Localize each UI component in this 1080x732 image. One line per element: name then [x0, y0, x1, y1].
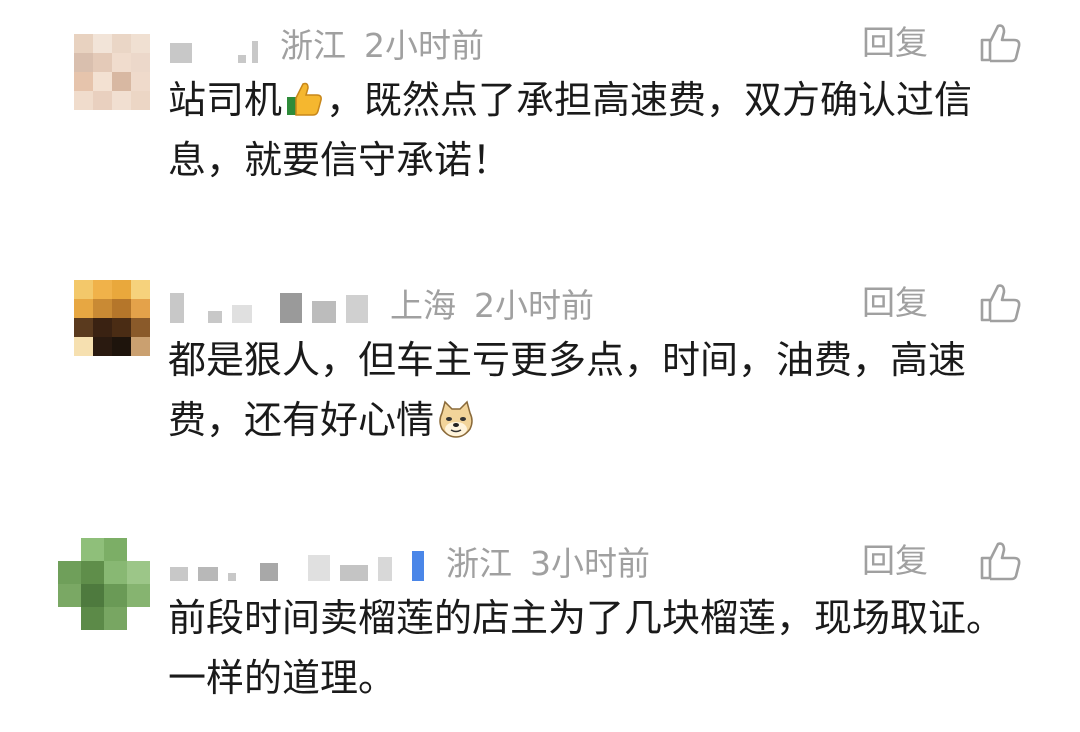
- avatar[interactable]: [58, 538, 150, 630]
- username-blurred[interactable]: [170, 283, 378, 323]
- avatar-pixel: [131, 318, 150, 337]
- comment-item: 浙江 2小时前 回复 站司机 ，既然点了承担高速费，双方确认过信息，就要信守承诺！: [0, 20, 1080, 240]
- comment-meta: 浙江 2小时前: [170, 20, 484, 66]
- avatar-pixel: [127, 561, 150, 584]
- comment-text: 前段时间卖榴莲的店主为了几块榴莲，现场取证。一样的道理。: [168, 588, 1038, 708]
- thumbs-up-icon[interactable]: [978, 22, 1022, 64]
- comment-item: 上海 2小时前 回复 都是狠人，但车主亏更多点，时间，油费，高速费，还有好心情: [0, 280, 1080, 500]
- avatar-pixel: [74, 299, 93, 318]
- avatar-pixel: [74, 280, 93, 299]
- location-label: 浙江: [446, 544, 512, 583]
- avatar-pixel: [112, 72, 131, 91]
- avatar-pixel: [74, 91, 93, 110]
- avatar-pixel: [74, 337, 93, 356]
- reply-button[interactable]: 回复: [862, 538, 928, 584]
- avatar-pixel: [131, 299, 150, 318]
- thumbs-up-icon[interactable]: [978, 282, 1022, 324]
- avatar-pixel: [93, 299, 112, 318]
- avatar-pixel: [131, 72, 150, 91]
- reply-button[interactable]: 回复: [862, 280, 928, 326]
- avatar-pixel: [58, 538, 81, 561]
- username-blurred[interactable]: [170, 541, 434, 581]
- avatar-pixel: [104, 538, 127, 561]
- avatar-pixel: [131, 53, 150, 72]
- avatar-pixel: [93, 337, 112, 356]
- avatar-pixel: [131, 280, 150, 299]
- thumbs-up-emoji-icon: [287, 82, 322, 116]
- avatar-pixel: [112, 91, 131, 110]
- comment-text: 站司机 ，既然点了承担高速费，双方确认过信息，就要信守承诺！: [168, 70, 1038, 190]
- avatar-pixel: [131, 91, 150, 110]
- avatar-pixel: [58, 607, 81, 630]
- avatar-pixel: [93, 280, 112, 299]
- avatar-pixel: [112, 318, 131, 337]
- comment-item: 浙江 3小时前 回复 前段时间卖榴莲的店主为了几块榴莲，现场取证。一样的道理。: [0, 538, 1080, 728]
- avatar-pixel: [81, 607, 104, 630]
- avatar-pixel: [104, 584, 127, 607]
- avatar[interactable]: [74, 280, 150, 356]
- comment-text-part: 前段时间卖榴莲的店主为了几块榴莲，现场取证。一样的道理。: [168, 596, 1005, 700]
- avatar-pixel: [131, 34, 150, 53]
- location-label: 浙江: [280, 26, 346, 65]
- avatar-pixel: [112, 53, 131, 72]
- doge-emoji-icon: [439, 400, 473, 438]
- avatar-pixel: [93, 72, 112, 91]
- timestamp: 2小时前: [474, 286, 594, 325]
- avatar-pixel: [104, 561, 127, 584]
- username-blurred[interactable]: [170, 23, 268, 63]
- avatar-pixel: [127, 584, 150, 607]
- avatar-pixel: [127, 607, 150, 630]
- comment-meta: 上海 2小时前: [170, 280, 594, 326]
- timestamp: 3小时前: [530, 544, 650, 583]
- avatar-pixel: [74, 72, 93, 91]
- comment-text-part: 都是狠人，但车主亏更多点，时间，油费，高速费，还有好心情: [168, 338, 967, 442]
- avatar-pixel: [93, 91, 112, 110]
- avatar-pixel: [112, 280, 131, 299]
- avatar-pixel: [58, 561, 81, 584]
- comment-text: 都是狠人，但车主亏更多点，时间，油费，高速费，还有好心情: [168, 330, 1038, 450]
- avatar-pixel: [81, 538, 104, 561]
- avatar-pixel: [131, 337, 150, 356]
- avatar-pixel: [93, 318, 112, 337]
- timestamp: 2小时前: [364, 26, 484, 65]
- avatar[interactable]: [74, 34, 150, 110]
- avatar-pixel: [93, 34, 112, 53]
- avatar-pixel: [81, 584, 104, 607]
- avatar-pixel: [112, 337, 131, 356]
- avatar-pixel: [112, 34, 131, 53]
- avatar-pixel: [127, 538, 150, 561]
- avatar-pixel: [112, 299, 131, 318]
- reply-button[interactable]: 回复: [862, 20, 928, 66]
- avatar-pixel: [104, 607, 127, 630]
- avatar-pixel: [58, 584, 81, 607]
- avatar-pixel: [81, 561, 104, 584]
- location-label: 上海: [390, 286, 456, 325]
- comment-meta: 浙江 3小时前: [170, 538, 650, 584]
- comment-text-part: 站司机: [168, 78, 283, 122]
- avatar-pixel: [93, 53, 112, 72]
- avatar-pixel: [74, 53, 93, 72]
- avatar-pixel: [74, 318, 93, 337]
- thumbs-up-icon[interactable]: [978, 540, 1022, 582]
- avatar-pixel: [74, 34, 93, 53]
